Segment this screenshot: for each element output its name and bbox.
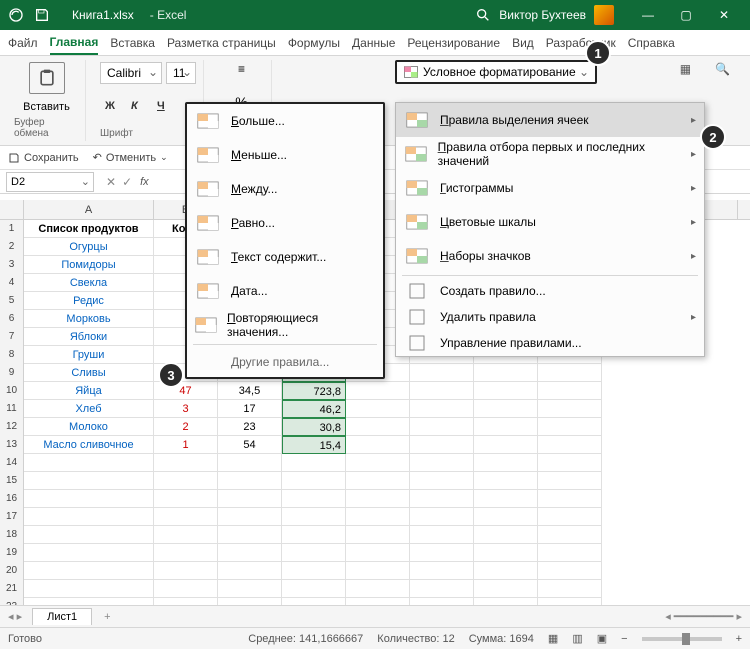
sheet-tab[interactable]: Лист1 <box>32 608 92 625</box>
callout-badge-3: 3 <box>158 362 184 388</box>
view-normal-icon[interactable]: ▦ <box>548 632 558 645</box>
cf-menu-item[interactable]: Удалить правила▸ <box>396 304 704 330</box>
status-ready: Готово <box>8 633 42 645</box>
tab-Рецензирование[interactable]: Рецензирование <box>407 32 500 54</box>
tab-Файл[interactable]: Файл <box>8 32 38 54</box>
callout-badge-1: 1 <box>585 40 611 66</box>
search-ribbon-icon[interactable]: 🔍 <box>715 62 730 76</box>
table-row[interactable]: 18 <box>0 526 750 544</box>
cf-menu-item[interactable]: Правила выделения ячеек▸ <box>396 103 704 137</box>
file-name: Книга1.xlsx <box>72 8 134 22</box>
ribbon-tabs: Файл Главная Вставка Разметка страницы Форму… <box>0 30 750 56</box>
align-icon[interactable]: ≡ <box>238 62 245 76</box>
table-row[interactable]: 21 <box>0 580 750 598</box>
tab-Данные[interactable]: Данные <box>352 32 395 54</box>
tab-Вставка[interactable]: Вставка <box>110 32 155 54</box>
rule-menu-item[interactable]: Больше... <box>187 104 383 138</box>
cf-menu-item[interactable]: Наборы значков▸ <box>396 239 704 273</box>
rule-menu-item[interactable]: Текст содержит... <box>187 240 383 274</box>
other-rules-item[interactable]: Другие правила... <box>187 347 383 377</box>
titlebar: Книга1.xlsx - Excel Виктор Бухтеев — ▢ ✕ <box>0 0 750 30</box>
status-avg: Среднее: 141,1666667 <box>248 633 363 645</box>
table-row[interactable]: 20 <box>0 562 750 580</box>
rule-menu-item[interactable]: Равно... <box>187 206 383 240</box>
rule-menu-item[interactable]: Дата... <box>187 274 383 308</box>
table-row[interactable]: 11Хлеб31746,2 <box>0 400 750 418</box>
cf-menu-item[interactable]: Правила отбора первых и последних значен… <box>396 137 704 171</box>
save-quick-button[interactable]: Сохранить <box>8 152 79 164</box>
status-sum: Сумма: 1694 <box>469 633 534 645</box>
search-icon[interactable] <box>475 7 491 23</box>
cf-menu-item[interactable]: Гистограммы▸ <box>396 171 704 205</box>
font-name-select[interactable]: Calibri <box>100 62 162 84</box>
underline-button[interactable]: Ч <box>152 96 172 116</box>
italic-button[interactable]: К <box>126 96 146 116</box>
cf-menu-item[interactable]: Создать правило... <box>396 278 704 304</box>
status-count: Количество: 12 <box>377 633 454 645</box>
sheet-tab-bar: ◂ ▸ Лист1 + ◂ ━━━━━━━━━ ▸ <box>0 605 750 627</box>
zoom-out-button[interactable]: − <box>621 633 627 645</box>
table-row[interactable]: 10Яйца4734,5723,8 <box>0 382 750 400</box>
table-icon[interactable]: ▦ <box>680 62 691 76</box>
view-layout-icon[interactable]: ▥ <box>572 632 582 645</box>
zoom-slider[interactable] <box>642 637 722 641</box>
table-row[interactable]: 19 <box>0 544 750 562</box>
col-header[interactable]: A <box>24 200 154 219</box>
table-row[interactable]: 12Молоко22330,8 <box>0 418 750 436</box>
tab-Главная[interactable]: Главная <box>50 31 99 55</box>
cf-menu-item[interactable]: Управление правилами... <box>396 330 704 356</box>
maximize-button[interactable]: ▢ <box>668 3 704 27</box>
table-row[interactable]: 22 <box>0 598 750 605</box>
table-row[interactable]: 14 <box>0 454 750 472</box>
font-size-select[interactable]: 11 <box>166 62 196 84</box>
autosave-icon <box>8 7 24 23</box>
add-sheet-button[interactable]: + <box>104 611 110 623</box>
app-name: - Excel <box>150 8 187 22</box>
tab-Справка[interactable]: Справка <box>628 32 675 54</box>
group-clipboard: Буфер обмена <box>14 117 79 139</box>
highlight-rules-menu: Больше...Меньше...Между...Равно...Текст … <box>185 102 385 379</box>
undo-quick-button[interactable]: ↶Отменить⌄ <box>93 151 168 164</box>
conditional-formatting-button[interactable]: Условное форматирование ⌄ <box>395 60 597 84</box>
bold-button[interactable]: Ж <box>100 96 120 116</box>
rule-menu-item[interactable]: Между... <box>187 172 383 206</box>
name-box[interactable]: D2 <box>6 172 94 192</box>
fx-label[interactable]: fx <box>140 176 149 188</box>
minimize-button[interactable]: — <box>630 3 666 27</box>
cf-menu: Правила выделения ячеек▸Правила отбора п… <box>395 102 705 357</box>
rule-menu-item[interactable]: Меньше... <box>187 138 383 172</box>
avatar[interactable] <box>594 5 614 25</box>
save-icon[interactable] <box>34 7 50 23</box>
tab-Формулы[interactable]: Формулы <box>288 32 340 54</box>
paste-label: Вставить <box>23 101 70 113</box>
group-font: Шрифт <box>100 128 133 139</box>
status-bar: Готово Среднее: 141,1666667 Количество: … <box>0 627 750 649</box>
close-button[interactable]: ✕ <box>706 3 742 27</box>
paste-icon[interactable] <box>29 62 65 94</box>
tab-Вид[interactable]: Вид <box>512 32 534 54</box>
user-name[interactable]: Виктор Бухтеев <box>499 8 586 22</box>
zoom-in-button[interactable]: + <box>736 633 742 645</box>
cf-icon <box>403 64 419 80</box>
tab-Разметка страницы[interactable]: Разметка страницы <box>167 32 276 54</box>
table-row[interactable]: 15 <box>0 472 750 490</box>
cf-menu-item[interactable]: Цветовые шкалы▸ <box>396 205 704 239</box>
view-break-icon[interactable]: ▣ <box>597 632 607 645</box>
table-row[interactable]: 16 <box>0 490 750 508</box>
rule-menu-item[interactable]: Повторяющиеся значения... <box>187 308 383 342</box>
table-row[interactable]: 17 <box>0 508 750 526</box>
table-row[interactable]: 13Масло сливочное15415,4 <box>0 436 750 454</box>
callout-badge-2: 2 <box>700 124 726 150</box>
